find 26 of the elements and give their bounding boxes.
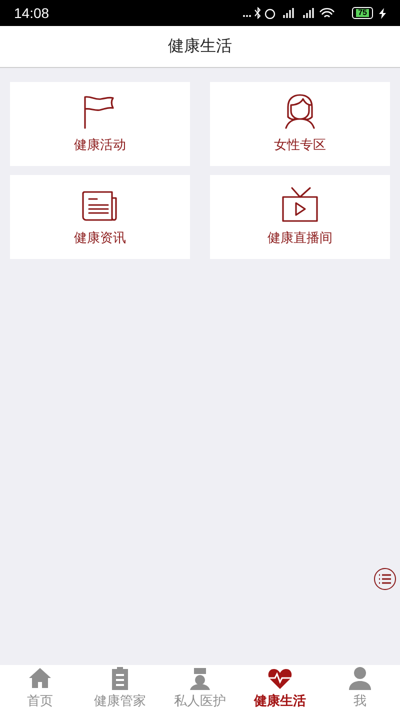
tab-label: 我 bbox=[354, 692, 366, 710]
status-time: 14:08 bbox=[14, 4, 50, 22]
tile-label: 健康资讯 bbox=[74, 229, 126, 248]
tab-label: 私人医护 bbox=[174, 692, 226, 710]
tile-label: 健康活动 bbox=[74, 136, 126, 154]
list-menu-button[interactable] bbox=[374, 568, 396, 590]
charging-icon bbox=[379, 8, 386, 18]
list-icon bbox=[378, 574, 392, 584]
page-title: 健康生活 bbox=[168, 36, 232, 56]
tab-label: 健康生活 bbox=[254, 692, 306, 710]
nav-tab[interactable]: 健康生活 bbox=[240, 665, 320, 711]
tab-label: 健康管家 bbox=[94, 692, 146, 710]
tab-label: 首页 bbox=[27, 692, 53, 710]
battery-level: 75 bbox=[356, 9, 369, 17]
menu-tile[interactable]: 健康活动 bbox=[10, 82, 190, 166]
newspaper-icon bbox=[80, 190, 120, 222]
doctor-icon bbox=[187, 666, 213, 690]
person-icon bbox=[347, 666, 373, 690]
tile-label: 女性专区 bbox=[274, 136, 326, 154]
menu-tile[interactable]: 健康资讯 bbox=[10, 175, 190, 259]
tv-icon bbox=[280, 186, 320, 222]
menu-tile[interactable]: 女性专区 bbox=[210, 82, 390, 166]
woman-icon bbox=[282, 93, 318, 130]
tile-label: 健康直播间 bbox=[268, 229, 332, 248]
home-icon bbox=[27, 666, 53, 690]
menu-tile[interactable]: 健康直播间 bbox=[210, 175, 390, 259]
